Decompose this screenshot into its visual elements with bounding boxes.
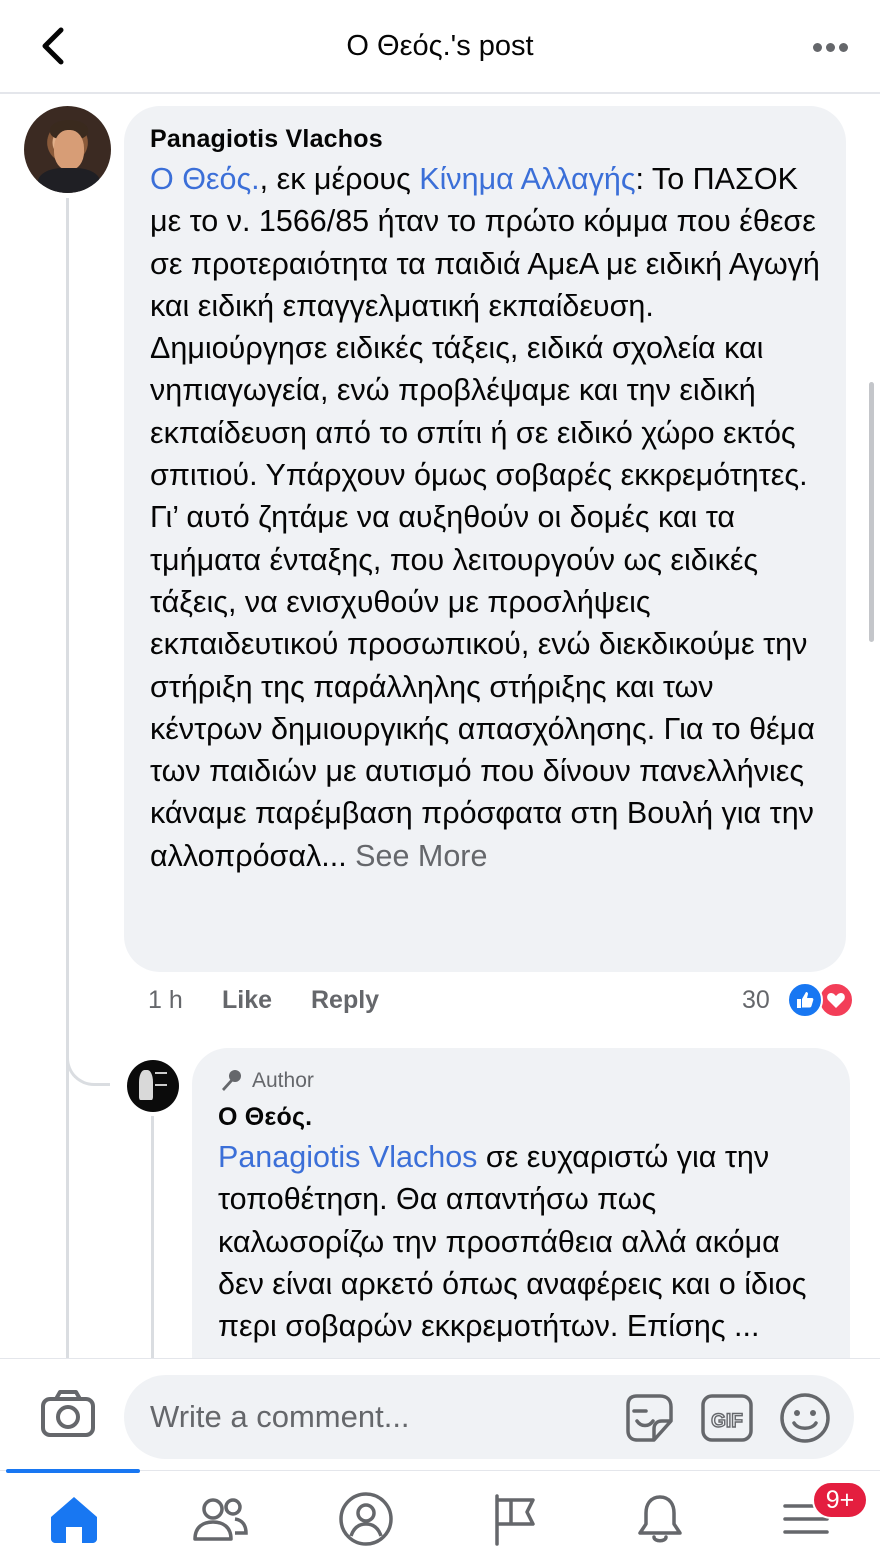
comment-timestamp[interactable]: 1 h [148,986,183,1015]
profile-icon [339,1492,393,1546]
like-reaction-icon[interactable] [787,982,823,1018]
like-button[interactable]: Like [222,986,272,1015]
top-bar: Ο Θεός.'s post [0,0,880,94]
mention-link[interactable]: Ο Θεός. [150,162,260,196]
sticker-icon [626,1394,673,1442]
mention-link[interactable]: Κίνημα Αλλαγής [419,162,635,196]
avatar[interactable] [24,106,111,193]
comment-body: : Το ΠΑΣΟΚ με το ν. 1566/85 ήταν το πρώτ… [150,162,820,873]
microphone-icon [222,1070,241,1091]
pages-flag-icon [495,1494,535,1546]
page-title: Ο Θεός.'s post [346,30,534,62]
gif-icon: GIF [701,1394,753,1442]
more-options-button[interactable] [808,30,852,64]
reply-comment-bubble[interactable]: Author Ο Θεός. Panagiotis Vlachos σε ευχ… [192,1048,850,1388]
notifications-bell-icon [638,1495,682,1543]
reply-thread-line [151,1116,154,1360]
tab-friends[interactable] [188,1487,252,1551]
sticker-button[interactable] [622,1391,676,1445]
comment-connector: , εκ μέρους [259,162,420,196]
scrollbar[interactable] [869,382,874,642]
reaction-count[interactable]: 30 [742,986,770,1015]
love-reaction-icon[interactable] [818,982,854,1018]
tab-profile[interactable] [334,1487,398,1551]
notification-badge: 9+ [812,1481,868,1519]
svg-text:GIF: GIF [711,1411,743,1432]
thread-line [66,198,69,1358]
emoji-button[interactable] [778,1391,832,1445]
comment-author-name[interactable]: Ο Θεός. [218,1102,824,1132]
tab-home[interactable] [42,1487,106,1551]
see-more-link[interactable]: See More [355,839,487,873]
tab-pages[interactable] [482,1487,546,1551]
comment-text: Ο Θεός., εκ μέρους Κίνημα Αλλαγής: Το ΠΑ… [150,158,820,877]
comment-bubble[interactable]: Panagiotis Vlachos Ο Θεός., εκ μέρους Κί… [124,106,846,972]
camera-icon [41,1390,95,1437]
comment-actions: 1 h Like Reply 30 [148,980,858,1020]
comment-author-name[interactable]: Panagiotis Vlachos [150,124,820,154]
active-tab-indicator [6,1469,140,1473]
friends-icon [193,1498,248,1541]
mention-link[interactable]: Panagiotis Vlachos [218,1140,477,1174]
emoji-icon [780,1393,830,1443]
reply-button[interactable]: Reply [311,986,379,1015]
avatar[interactable] [127,1060,179,1112]
gif-button[interactable]: GIF [700,1391,754,1445]
more-horizontal-icon [812,42,822,52]
author-badge-label: Author [252,1069,314,1092]
bottom-tab-bar: 9+ [0,1469,880,1564]
camera-button[interactable] [40,1389,96,1439]
comment-text: Panagiotis Vlachos σε ευχαριστώ για την … [218,1136,824,1347]
comment-composer: GIF [0,1358,880,1470]
home-icon [51,1497,97,1543]
tab-notifications[interactable] [628,1487,692,1551]
thread-connector [66,1020,110,1086]
author-badge: Author [218,1066,824,1096]
